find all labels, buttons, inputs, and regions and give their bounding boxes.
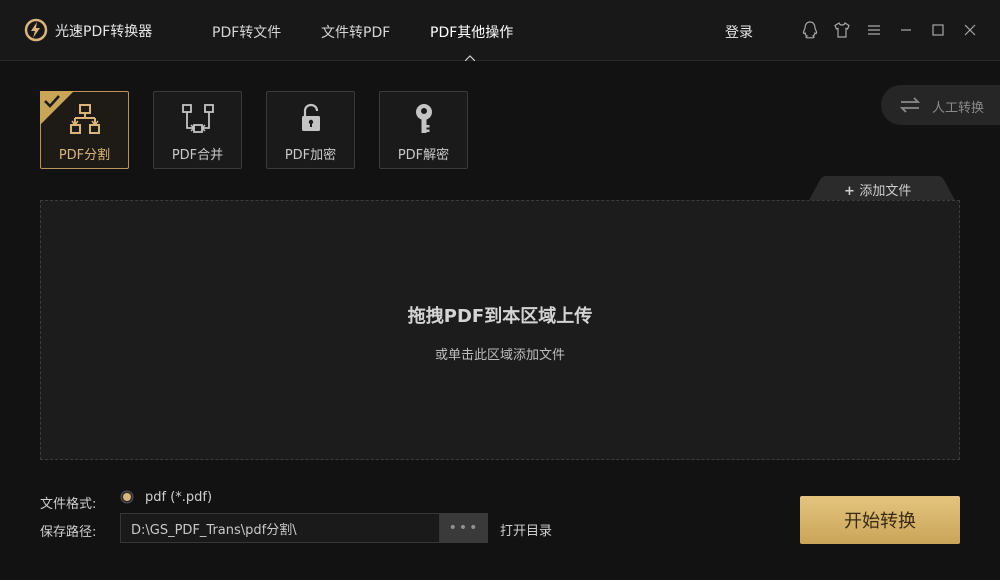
tool-label: PDF加密	[284, 148, 337, 163]
add-file-label: + 添加文件	[844, 180, 911, 199]
tool-label: PDF解密	[397, 148, 450, 163]
skin-icon[interactable]	[832, 20, 852, 40]
tool-label: PDF分割	[58, 148, 111, 163]
nav-active-caret-icon	[465, 55, 475, 61]
browse-path-button[interactable]: •••	[440, 513, 488, 543]
maximize-icon[interactable]	[928, 20, 948, 40]
lock-icon	[302, 103, 320, 131]
split-icon	[70, 104, 100, 134]
start-convert-button[interactable]: 开始转换	[800, 496, 960, 544]
manual-convert-label: 人工转换	[932, 101, 985, 116]
add-file-button[interactable]: + 添加文件	[808, 176, 960, 202]
open-directory-link[interactable]: 打开目录	[500, 520, 552, 539]
drop-zone-subtitle: 或单击此区域添加文件	[434, 348, 565, 363]
menu-icon[interactable]	[864, 20, 884, 40]
save-path-input[interactable]	[120, 513, 440, 543]
login-link[interactable]: 登录	[725, 22, 753, 42]
app-title: 光速PDF转换器	[55, 24, 153, 40]
plus-icon: +	[844, 184, 860, 199]
title-bar: 光速PDF转换器 PDF转文件 文件转PDF PDF其他操作 登录	[0, 0, 1000, 61]
file-drop-zone[interactable]: 拖拽PDF到本区域上传 或单击此区域添加文件	[40, 200, 960, 460]
format-radio-selected[interactable]	[120, 490, 134, 504]
more-dots-icon: •••	[448, 520, 480, 536]
file-format-value: pdf (*.pdf)	[145, 490, 213, 505]
nav-pdf-to-file[interactable]: PDF转文件	[212, 22, 281, 42]
minimize-icon[interactable]	[896, 20, 916, 40]
file-format-label: 文件格式:	[40, 497, 97, 512]
tool-pdf-merge[interactable]: PDF合并	[153, 91, 242, 169]
swap-arrows-icon	[899, 97, 921, 113]
manual-convert-button[interactable]: 人工转换	[881, 85, 1000, 125]
tool-label: PDF合并	[171, 148, 224, 163]
save-path-label: 保存路径:	[40, 525, 97, 540]
tool-pdf-decrypt[interactable]: PDF解密	[379, 91, 468, 169]
merge-icon	[182, 104, 214, 133]
tool-pdf-split[interactable]: PDF分割	[40, 91, 129, 169]
close-icon[interactable]	[960, 20, 980, 40]
drop-zone-title: 拖拽PDF到本区域上传	[407, 306, 593, 327]
qq-icon[interactable]	[800, 20, 820, 40]
nav-file-to-pdf[interactable]: 文件转PDF	[321, 22, 390, 42]
nav-pdf-other[interactable]: PDF其他操作	[430, 22, 513, 42]
key-icon	[416, 104, 432, 133]
app-logo-icon	[24, 18, 48, 42]
app-window: 光速PDF转换器 PDF转文件 文件转PDF PDF其他操作 登录 PDF分割 …	[0, 0, 1000, 580]
add-file-text: 添加文件	[859, 184, 912, 199]
tool-pdf-encrypt[interactable]: PDF加密	[266, 91, 355, 169]
